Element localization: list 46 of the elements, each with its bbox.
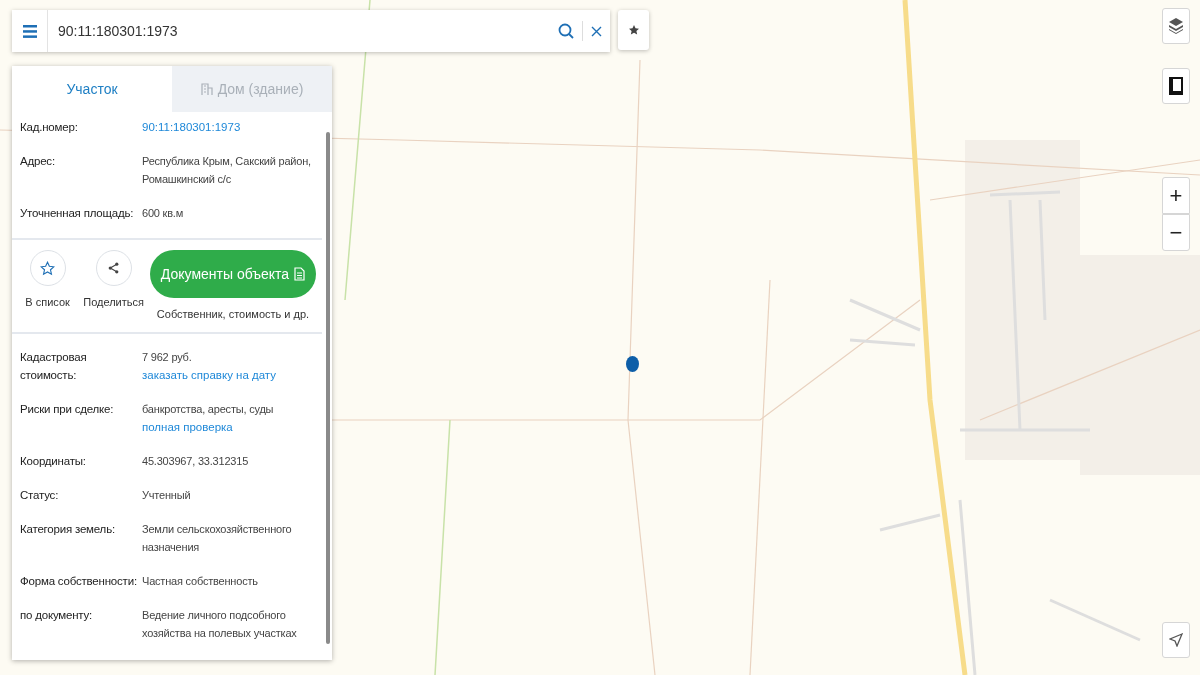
share-icon [107,261,121,275]
share-button[interactable] [95,250,132,286]
value-link[interactable]: полная проверка [142,418,318,436]
value-link[interactable]: 90:11:180301:1973 [142,118,318,136]
field-value: Республика Крым, Сакский район, Ромашкинский с/с [142,154,312,187]
layers-icon [1169,18,1183,34]
location-marker-icon[interactable] [626,356,639,372]
star-icon [627,24,640,36]
star-icon [40,260,56,276]
field-label: Риски при сделке: [20,402,115,417]
star-button[interactable] [29,250,66,286]
documents-button[interactable]: Документы объекта [150,250,316,298]
ruler-button[interactable] [1162,68,1190,104]
menu-icon[interactable] [12,10,48,52]
zoom-out-button[interactable]: − [1162,214,1190,251]
documents-caption: Собственник, стоимость и др. [156,308,310,320]
action-label: Поделиться [83,296,144,308]
field-label: Уточненная площадь: [20,206,135,221]
field-value: Учтенный [142,488,192,503]
field-value: Ведение личного подсобного хозяйства на полевых участках [142,608,298,641]
ruler-icon [1169,77,1183,95]
action-label: В список [25,296,70,308]
field-label: Кадастровая стоимость: [20,350,88,383]
document-icon [294,267,306,281]
field-label: Категория земель: [20,522,116,537]
field-label: Кад.номер: [20,120,79,135]
field-value: 600 кв.м [142,206,185,221]
field-label: по документу: [20,608,94,623]
favorites-button[interactable] [618,10,649,50]
field-value: Земли сельскохозяйственного назначения [142,522,293,555]
field-label: Координаты: [20,454,87,469]
field-label: Адрес: [20,154,56,169]
locate-button[interactable] [1162,622,1190,658]
field-value: 45.303967, 33.312315 [142,454,250,469]
search-field[interactable]: 90:11:180301:1973 [48,10,550,52]
building-icon [200,82,213,96]
field-label: Статус: [20,488,60,503]
navigation-arrow-icon [1169,633,1183,647]
value-link[interactable]: заказать справку на дату [142,366,318,384]
field-value: 7 962 руб. [142,350,193,365]
layers-button[interactable] [1162,8,1190,44]
field-value: банкротства, аресты, суды [142,402,275,417]
tab[interactable]: Участок [12,66,172,112]
zoom-in-button[interactable]: + [1162,177,1190,214]
field-value: Частная собственность [142,574,259,589]
field-label: Форма собственности: [20,574,138,589]
